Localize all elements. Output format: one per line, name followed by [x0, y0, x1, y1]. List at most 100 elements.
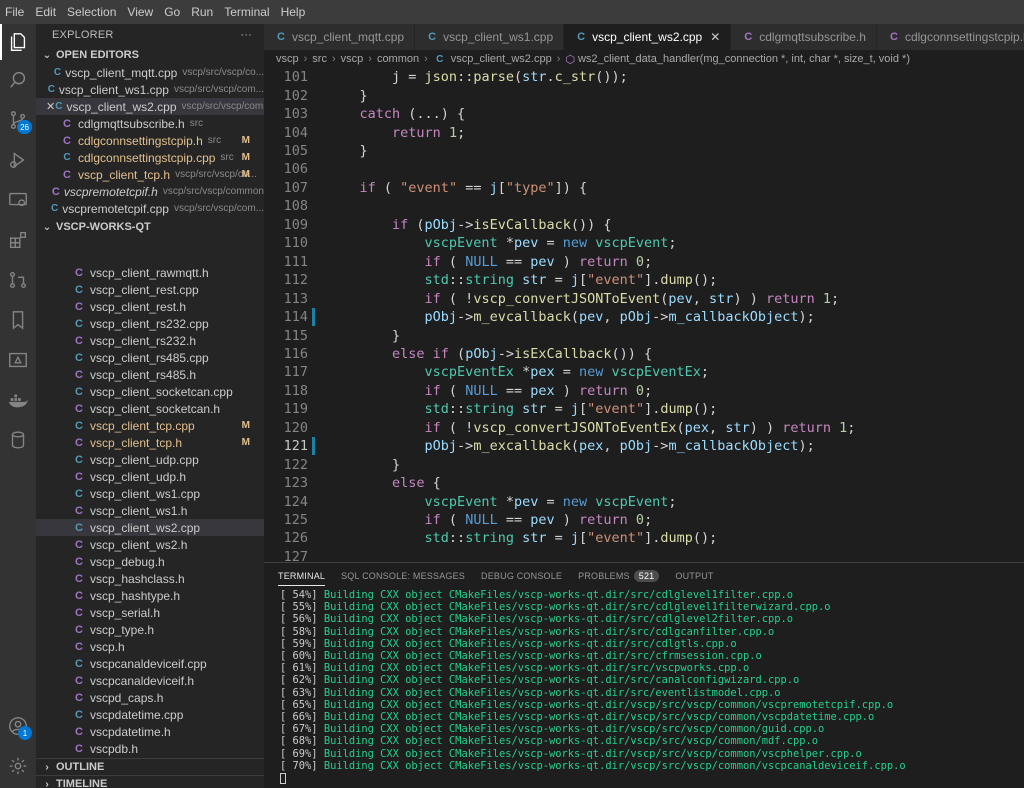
- close-icon[interactable]: ✕: [46, 100, 55, 113]
- section-timeline[interactable]: › TIMELINE: [36, 776, 264, 788]
- file-tree-item[interactable]: Cvscpd_caps.h: [36, 689, 264, 706]
- file-tree-item[interactable]: Cvscpcanaldeviceif.cpp: [36, 655, 264, 672]
- code-editor[interactable]: 101 j = json::parse(str.c_str()); 102 } 10…: [264, 68, 1024, 562]
- breadcrumb-item[interactable]: vscp: [341, 53, 364, 65]
- file-tree-item[interactable]: Cvscp_client_ws1.cpp: [36, 485, 264, 502]
- code-token: ,: [709, 419, 726, 436]
- file-tree-item[interactable]: Cvscpdatetime.cpp: [36, 706, 264, 723]
- line-code: }: [327, 143, 368, 159]
- file-tree-item[interactable]: Cvscp_client_rest.cpp: [36, 281, 264, 298]
- panel-tab-sql-console-messages[interactable]: SQL CONSOLE: MESSAGES: [341, 563, 465, 589]
- section-outline[interactable]: › OUTLINE: [36, 759, 264, 776]
- editor-tab[interactable]: Cvscp_client_mqtt.cpp: [264, 24, 416, 50]
- open-editor-item[interactable]: Cvscp_client_mqtt.cpp vscp/src/vscp/co...: [36, 64, 264, 81]
- bookmark-activity-button[interactable]: [0, 302, 36, 338]
- open-editor-item[interactable]: Cvscp_client_tcp.h vscp/src/vscp/co... M: [36, 166, 264, 183]
- file-tree-item[interactable]: Cvscp_client_ws2.h: [36, 536, 264, 553]
- remote-explorer-activity-button[interactable]: [0, 182, 36, 218]
- file-tree-item[interactable]: Cvscp_client_rs485.cpp: [36, 349, 264, 366]
- file-tree-item[interactable]: Cvscp_type.h: [36, 621, 264, 638]
- panel-tab-problems[interactable]: PROBLEMS 521: [578, 563, 660, 589]
- manage-button[interactable]: [0, 748, 36, 784]
- close-icon[interactable]: ✕: [710, 30, 720, 44]
- monitor-activity-button[interactable]: [0, 342, 36, 378]
- open-editors-header[interactable]: ⌄ OPEN EDITORS: [36, 46, 264, 64]
- file-tree-item[interactable]: Cvscp_client_socketcan.h: [36, 400, 264, 417]
- file-tree-item[interactable]: Cvscp_debug.h: [36, 553, 264, 570]
- file-tree-item[interactable]: Cvscpcanaldeviceif.h: [36, 672, 264, 689]
- file-tree-item[interactable]: Cvscp_client_udp.cpp: [36, 451, 264, 468]
- open-editor-item[interactable]: Ccdlgconnsettingstcpip.h src M: [36, 132, 264, 149]
- breadcrumb-item[interactable]: common: [377, 53, 419, 65]
- breadcrumb-item[interactable]: ws2_client_data_handler(mg_connection *,…: [578, 53, 910, 65]
- menu-item-run[interactable]: Run: [190, 5, 214, 19]
- file-tree-item[interactable]: Cvscp_client_ws1.h: [36, 502, 264, 519]
- run-debug-activity-button[interactable]: [0, 142, 36, 178]
- file-tree-item[interactable]: Cvscp_client_tcp.cpp M: [36, 417, 264, 434]
- code-token: ) ): [749, 419, 783, 436]
- open-editor-item[interactable]: Cvscp_client_ws1.cpp vscp/src/vscp/com...: [36, 81, 264, 98]
- database-activity-button[interactable]: [0, 422, 36, 458]
- menu-item-edit[interactable]: Edit: [34, 5, 57, 19]
- file-tree-item[interactable]: Cvscp.h: [36, 638, 264, 655]
- file-tree-item[interactable]: Cvscp_client_socketcan.cpp: [36, 383, 264, 400]
- file-tree-item[interactable]: Cvscp_client_rs485.h: [36, 366, 264, 383]
- editor-tab[interactable]: Cvscp_client_ws1.cpp: [415, 24, 565, 50]
- open-editor-item[interactable]: Cvscpremotetcpif.cpp vscp/src/vscp/com...: [36, 200, 264, 217]
- code-token: new: [578, 364, 604, 381]
- file-tree-item[interactable]: Cvscp_serial.h: [36, 604, 264, 621]
- menu-item-help[interactable]: Help: [280, 5, 307, 19]
- file-tree-item[interactable]: Cvscp_hashclass.h: [36, 570, 264, 587]
- menu-item-view[interactable]: View: [126, 5, 154, 19]
- terminal-prompt[interactable]: [280, 772, 906, 784]
- code-line: 114 pObj->m_evcallback(pev, pObj->m_call…: [264, 307, 1024, 326]
- panel-tab-label: PROBLEMS: [578, 571, 630, 581]
- menu-item-selection[interactable]: Selection: [66, 5, 117, 19]
- file-tree-item[interactable]: Cvscp_client_rs232.cpp: [36, 315, 264, 332]
- code-token: if: [327, 179, 376, 196]
- menu-item-terminal[interactable]: Terminal: [223, 5, 270, 19]
- more-actions-icon[interactable]: ···: [240, 29, 252, 41]
- source-control-activity-button[interactable]: 26: [0, 102, 36, 138]
- editor-tab[interactable]: Ccdlgconnsettingstcpip.h: [876, 24, 1024, 50]
- file-tree-item[interactable]: Cvscp_client_rest.h: [36, 298, 264, 315]
- breadcrumb-item[interactable]: vscp_client_ws2.cpp: [451, 53, 552, 65]
- panel-tab-terminal[interactable]: TERMINAL: [278, 563, 326, 589]
- file-tree-item[interactable]: Cvscp_client_rs232.h: [36, 332, 264, 349]
- file-tree-item[interactable]: Cvscp_client_tcp.h M: [36, 434, 264, 451]
- panel-tab-output[interactable]: OUTPUT: [675, 563, 713, 589]
- code-token: ->: [457, 216, 474, 233]
- project-header[interactable]: ⌄ VSCP-WORKS-QT: [36, 218, 264, 236]
- menu-item-go[interactable]: Go: [163, 5, 181, 19]
- terminal-output[interactable]: [ 54%] Building CXX object CMakeFiles/vs…: [280, 589, 906, 784]
- open-editor-item[interactable]: Ccdlgmqttsubscribe.h src: [36, 115, 264, 132]
- file-tree-item[interactable]: Cvscp_hashtype.h: [36, 587, 264, 604]
- tab-label: cdlgconnsettingstcpip.h: [904, 30, 1024, 44]
- file-tree-item[interactable]: Cvscpdatetime.h: [36, 723, 264, 740]
- breadcrumb-item[interactable]: src: [312, 53, 327, 65]
- menu-item-file[interactable]: File: [4, 5, 25, 19]
- open-editor-item[interactable]: ✕ Cvscp_client_ws2.cpp vscp/src/vscp/com..…: [36, 98, 264, 115]
- files-activity-button[interactable]: [0, 24, 36, 60]
- docker-activity-button[interactable]: [0, 382, 36, 418]
- tab-label: vscp_client_mqtt.cpp: [292, 30, 405, 44]
- breadcrumb: vscp › src › vscp › common › Cvscp_client_ws2.cp…: [264, 50, 1024, 68]
- breadcrumb-item[interactable]: vscp: [276, 53, 299, 65]
- account-button[interactable]: 1: [0, 708, 36, 744]
- open-editor-item[interactable]: Cvscpremotetcpif.h vscp/src/vscp/common: [36, 183, 264, 200]
- open-editor-item[interactable]: Ccdlgconnsettingstcpip.cpp src M: [36, 149, 264, 166]
- panel-tab-debug-console[interactable]: DEBUG CONSOLE: [481, 563, 562, 589]
- file-tree-item[interactable]: Cvscp_client_rawmqtt.h: [36, 264, 264, 281]
- code-token: pObj: [619, 309, 653, 326]
- file-tree-item[interactable]: Cvscp_client_ws2.cpp: [36, 519, 264, 536]
- file-tree-item[interactable]: Cvscp_client_udp.h: [36, 468, 264, 485]
- editor-tab[interactable]: Ccdlgmqttsubscribe.h: [731, 24, 877, 50]
- file-name: vscp_client_rs485.h: [90, 367, 197, 382]
- extensions-activity-button[interactable]: [0, 222, 36, 258]
- editor-tab[interactable]: Cvscp_client_ws2.cpp ✕: [564, 24, 732, 50]
- search-activity-button[interactable]: [0, 62, 36, 98]
- h-file-icon: C: [744, 31, 753, 43]
- git-graph-activity-button[interactable]: [0, 262, 36, 298]
- code-token: pex: [530, 382, 555, 399]
- file-tree-item[interactable]: Cvscpdb.h: [36, 740, 264, 756]
